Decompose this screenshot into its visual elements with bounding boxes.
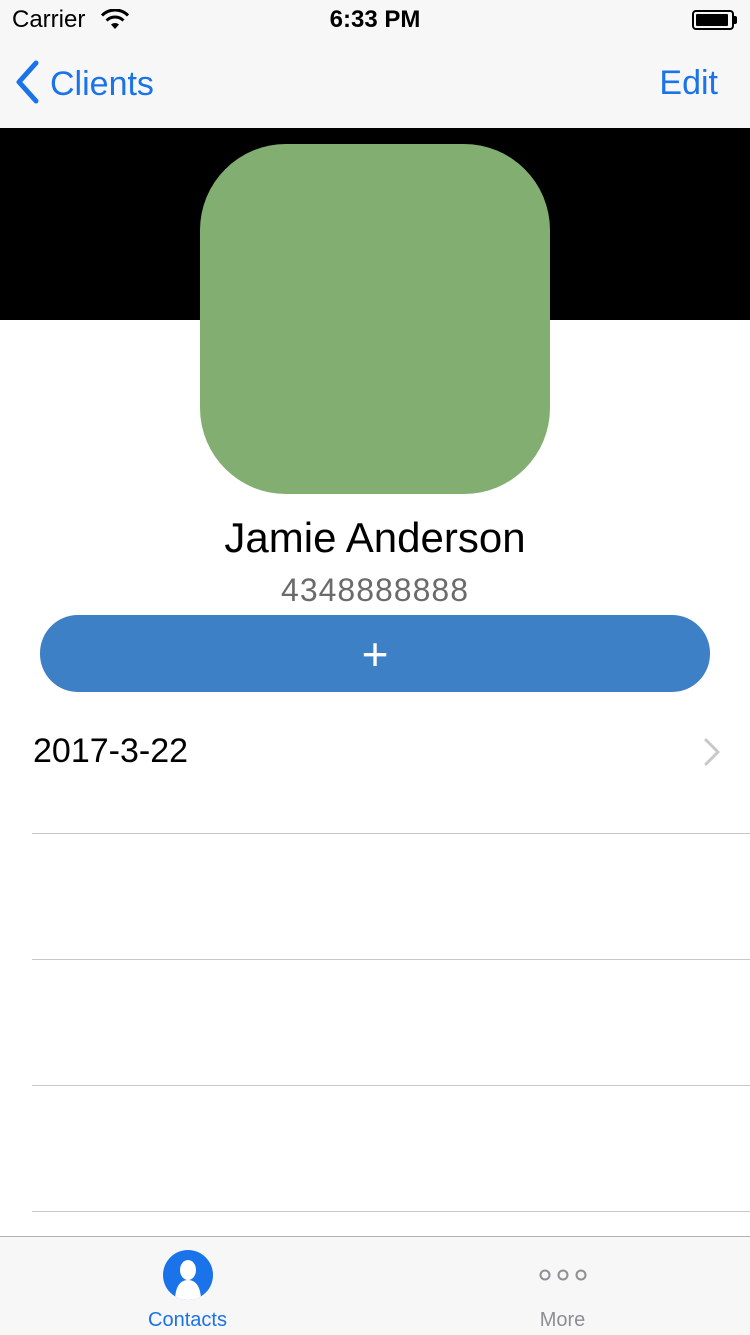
tab-more[interactable]: More <box>375 1237 750 1335</box>
chevron-right-icon <box>704 738 720 771</box>
navigation-bar: Clients Edit <box>0 40 750 129</box>
list-item[interactable] <box>0 834 750 960</box>
row-separator <box>32 1211 750 1212</box>
edit-button[interactable]: Edit <box>659 64 718 103</box>
back-button[interactable]: Clients <box>14 60 154 108</box>
contact-phone: 4348888888 <box>281 572 469 608</box>
add-button[interactable]: + <box>40 615 710 692</box>
tab-label: More <box>539 1309 586 1331</box>
add-button-label: + <box>361 627 389 680</box>
status-bar: Carrier 6:33 PM <box>0 0 750 40</box>
more-icon <box>375 1249 750 1301</box>
tab-label: Contacts <box>148 1309 227 1331</box>
contacts-icon <box>0 1249 375 1301</box>
list-item[interactable]: 2017-3-22 <box>0 708 750 834</box>
back-button-label: Clients <box>50 64 154 103</box>
status-time: 6:33 PM <box>329 6 421 33</box>
battery-icon <box>692 10 737 30</box>
tab-contacts[interactable]: Contacts <box>0 1237 375 1335</box>
list-item-label: 2017-3-22 <box>33 732 189 770</box>
avatar[interactable] <box>200 144 550 494</box>
chevron-left-icon <box>14 60 40 109</box>
tab-bar: Contacts More <box>0 1236 750 1335</box>
list-item[interactable] <box>0 1086 750 1212</box>
contact-name: Jamie Anderson <box>224 514 526 561</box>
list-item[interactable] <box>0 960 750 1086</box>
